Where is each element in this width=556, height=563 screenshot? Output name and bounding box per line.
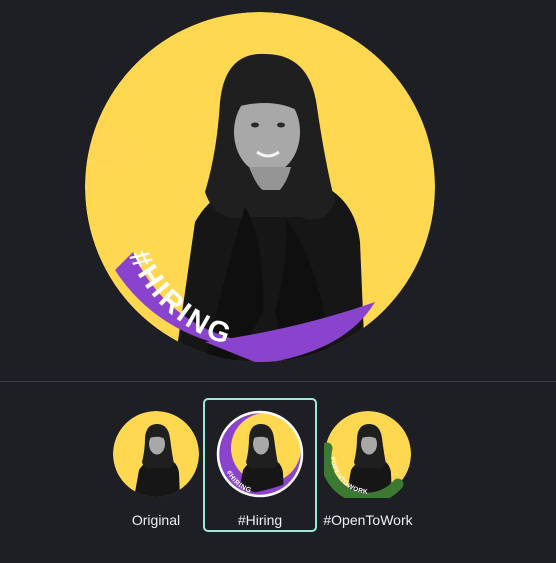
frame-option-hiring[interactable]: #HIRING #Hiring	[203, 398, 317, 532]
thumbnail-hiring: #HIRING	[216, 410, 304, 498]
profile-frame-preview: #HIRING	[0, 0, 556, 381]
thumbnail-original	[113, 411, 199, 497]
thumbnail-open-to-work: #OPENTOWORK	[324, 411, 411, 498]
frame-option-open-to-work[interactable]: #OPENTOWORK #OpenToWork	[311, 398, 425, 532]
frame-option-label: #OpenToWork	[323, 512, 413, 528]
profile-photo-hiring-preview: #HIRING	[85, 12, 435, 362]
frame-options: Original #HIRING #Hiring #OPENTOWORK #Op…	[0, 382, 556, 563]
